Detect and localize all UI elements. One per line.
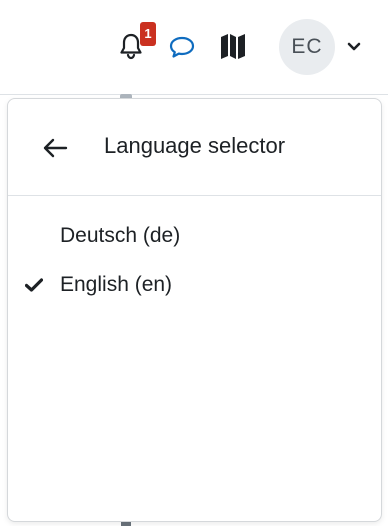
map-button[interactable] (216, 29, 250, 63)
chevron-down-icon (347, 42, 361, 51)
language-option-en[interactable]: English (en) (8, 262, 381, 308)
language-selector-dropdown: Language selector Deutsch (de) English (… (7, 98, 382, 522)
user-initials: EC (291, 35, 323, 58)
messages-button[interactable] (165, 30, 199, 64)
checkmark-icon (24, 275, 44, 295)
arrow-left-icon (43, 138, 68, 158)
dropdown-title: Language selector (104, 133, 286, 158)
dropdown-header: Language selector (8, 99, 381, 196)
top-navbar: 1 EC (0, 0, 388, 95)
language-option-de[interactable]: Deutsch (de) (8, 213, 381, 259)
language-label: English (en) (60, 273, 173, 296)
user-menu-toggle[interactable] (343, 36, 365, 58)
back-button[interactable] (38, 131, 72, 165)
page: 1 EC Language selector Deutsch (de) Engl… (0, 0, 388, 526)
notification-count-badge: 1 (140, 22, 156, 46)
user-avatar[interactable]: EC (279, 19, 335, 75)
language-label: Deutsch (de) (60, 224, 181, 247)
chat-bubble-icon (169, 36, 195, 58)
map-icon (221, 34, 245, 59)
